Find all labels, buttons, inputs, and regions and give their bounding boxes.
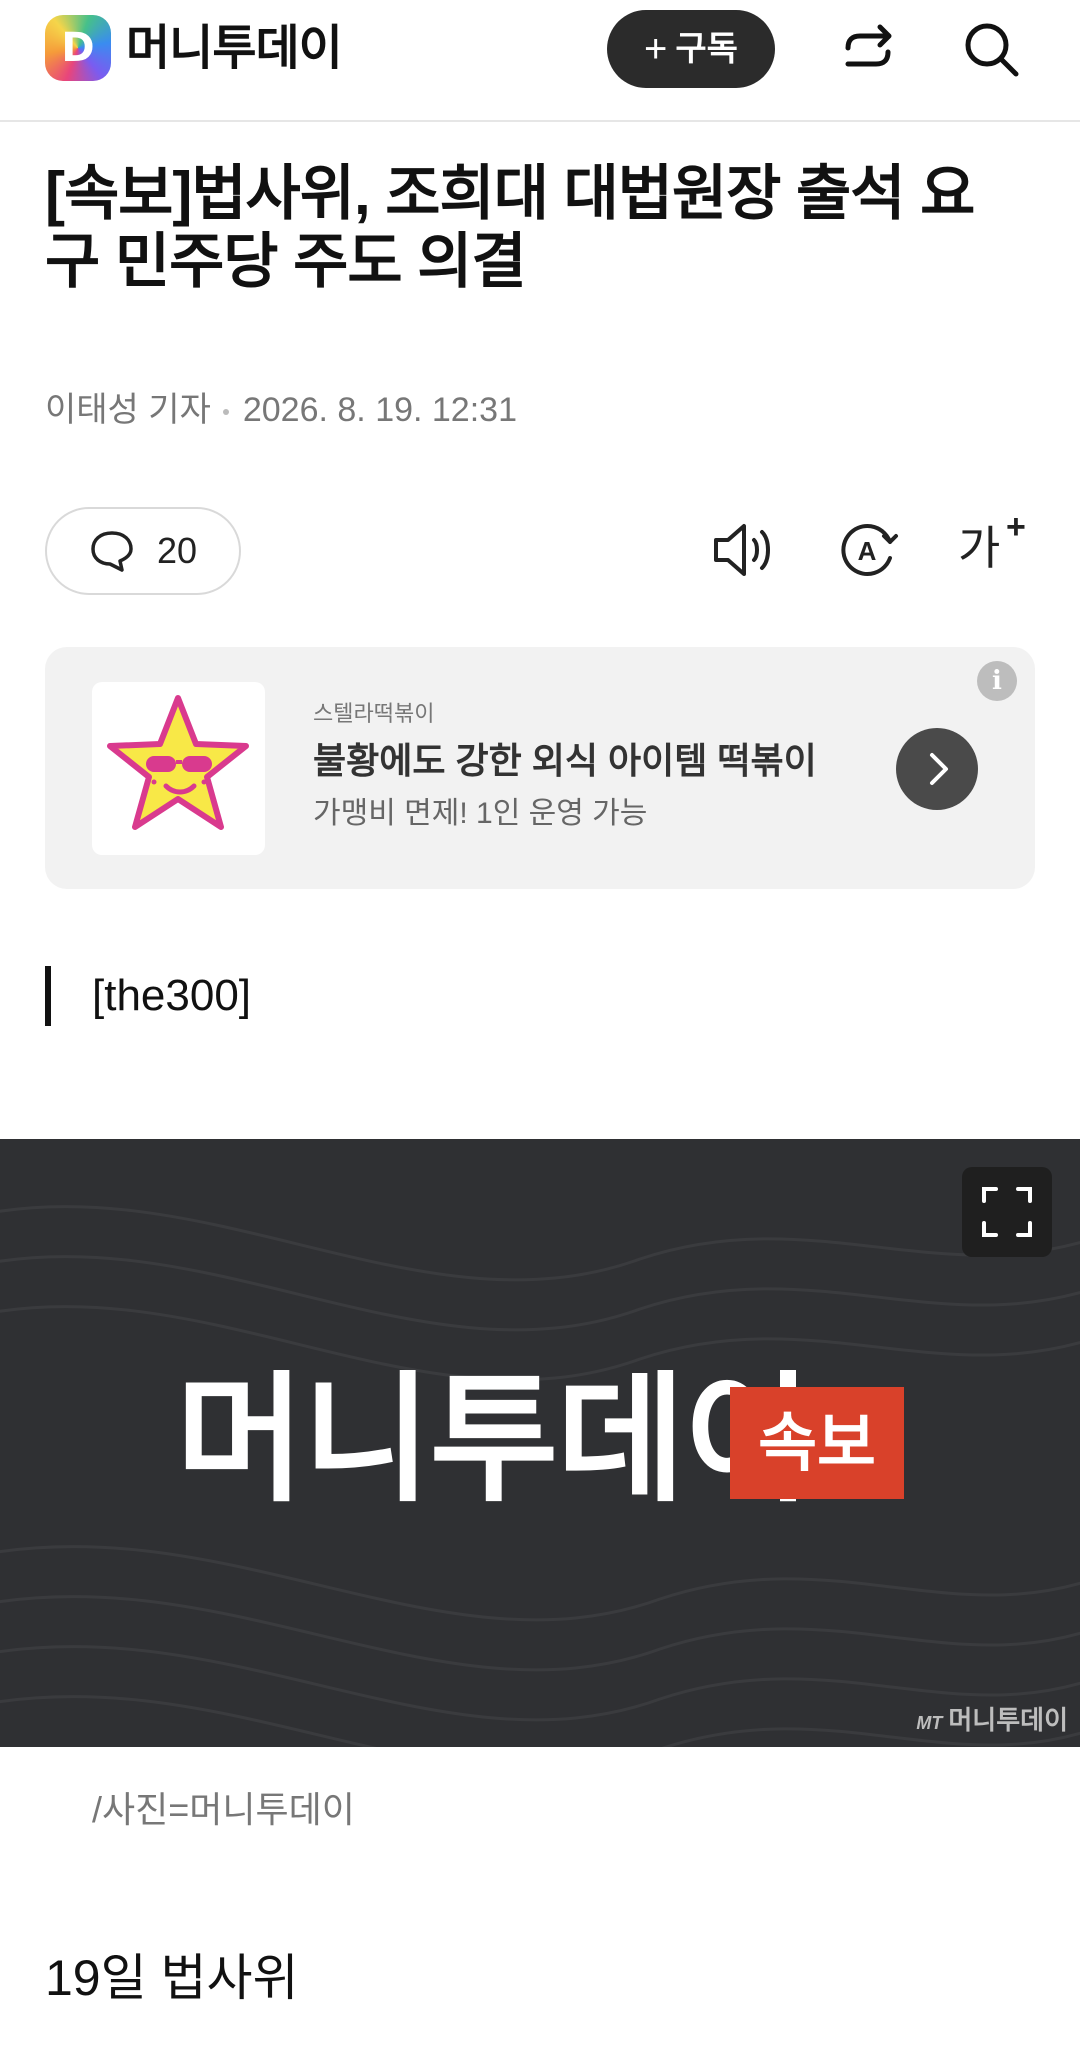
share-icon[interactable]	[836, 18, 900, 82]
info-icon[interactable]: i	[977, 661, 1017, 701]
star-mascot-icon	[107, 695, 249, 830]
logo-letter: D	[61, 25, 95, 71]
photo-caption: /사진=머니투데이	[92, 1789, 355, 1830]
article-title: [속보]법사위, 조희대 대법원장 출석 요구 민주당 주도 의결	[45, 160, 975, 295]
font-size-icon: +	[1006, 508, 1026, 546]
fullscreen-icon	[982, 1187, 1032, 1237]
article-photo[interactable]: 머니투데이 속보 MT 머니투데이	[0, 1139, 1080, 1747]
article-body: 19일 법사위	[45, 1950, 299, 2006]
author[interactable]: 이태성 기자	[45, 391, 211, 429]
svg-text:A: A	[858, 536, 877, 566]
ad-thumbnail	[92, 682, 265, 855]
subscribe-label: 구독	[675, 30, 738, 68]
breaking-tag: 속보	[730, 1387, 904, 1499]
section-marker	[45, 966, 51, 1026]
speaker-icon[interactable]	[708, 512, 778, 588]
comment-count: 20	[157, 530, 198, 571]
section-label: [the300]	[92, 971, 252, 1020]
plus-icon: +	[644, 27, 668, 71]
separator-dot	[222, 409, 229, 416]
search-icon[interactable]	[960, 18, 1024, 82]
font-size-label: 가	[958, 522, 1001, 574]
photo-watermark: MT 머니투데이	[916, 1702, 1068, 1741]
photo-brand-text: 머니투데이	[176, 1361, 812, 1518]
ad-subtitle: 가맹비 면제! 1인 운영 가능	[313, 797, 648, 830]
top-bar: D 머니투데이 + 구독	[0, 0, 1080, 122]
chevron-right-icon	[930, 753, 948, 785]
comment-button[interactable]: 20	[45, 507, 241, 595]
watermark-prefix: MT	[916, 1713, 943, 1733]
ad-banner[interactable]: i 스텔라떡볶이 불황에도 강한 외식 아이템 떡볶이 가맹비 면제! 1인 운…	[45, 647, 1035, 889]
publish-date: 2026. 8. 19. 12:31	[242, 391, 517, 429]
subscribe-button[interactable]: + 구독	[607, 10, 775, 88]
comment-icon	[91, 531, 133, 572]
daum-logo-icon[interactable]: D	[45, 15, 111, 81]
expand-photo-button[interactable]	[962, 1167, 1052, 1257]
ad-headline: 불황에도 강한 외식 아이템 떡볶이	[313, 740, 817, 781]
watermark-text: 머니투데이	[948, 1705, 1068, 1735]
font-size-button[interactable]: 가 +	[958, 508, 1038, 584]
ad-go-button[interactable]	[896, 728, 978, 810]
article-meta: 이태성 기자 2026. 8. 19. 12:31	[45, 390, 517, 430]
auto-translate-icon[interactable]: A	[832, 512, 902, 588]
ad-brand: 스텔라떡볶이	[313, 701, 435, 726]
publisher-name[interactable]: 머니투데이	[126, 20, 343, 78]
